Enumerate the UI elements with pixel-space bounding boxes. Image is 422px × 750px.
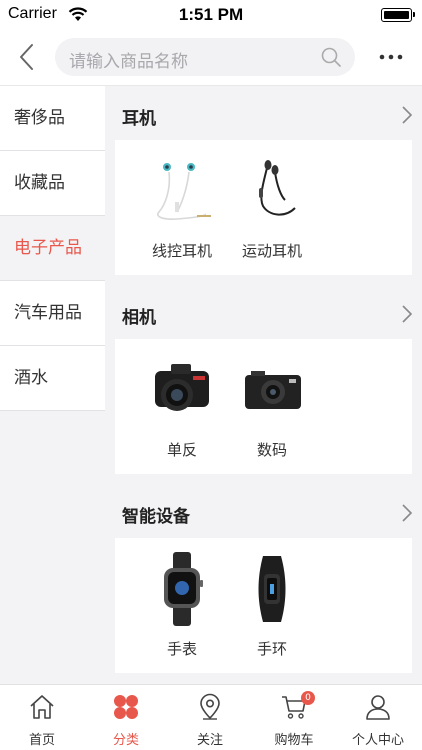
tab-category[interactable]: 分类 (84, 685, 168, 750)
product-label: 手环 (256, 640, 287, 658)
location-pin-icon (200, 693, 220, 720)
section-title: 耳机 (122, 109, 156, 129)
product-label: 单反 (166, 441, 197, 459)
search-icon[interactable] (321, 47, 341, 67)
more-options-icon[interactable] (378, 50, 404, 64)
product-item[interactable]: 线控耳机 (137, 150, 227, 270)
tab-cart[interactable]: 0 购物车 (252, 685, 336, 750)
tab-label: 个人中心 (351, 733, 404, 748)
sidebar-item-collectibles[interactable]: 收藏品 (0, 151, 105, 216)
cart-count-badge: 0 (301, 691, 315, 705)
tab-label: 分类 (112, 733, 139, 748)
category-sidebar: 奢侈品 收藏品 电子产品 汽车用品 酒水 (0, 86, 105, 684)
sidebar-item-luxury[interactable]: 奢侈品 (0, 86, 105, 151)
category-content: 耳机 线控耳机 运动耳机 相机 单反 数码 智能设备 手表 手环 (105, 86, 422, 684)
section-title: 相机 (122, 308, 156, 328)
product-label: 线控耳机 (151, 242, 212, 260)
search-input[interactable]: 请输入商品名称 (69, 47, 188, 72)
dslr-camera-image (155, 364, 209, 411)
app-screen: Carrier 1:51 PM 请输入商品名称 奢侈品 收藏品 电子产品 汽车用… (0, 0, 422, 750)
top-bar: 请输入商品名称 (0, 30, 422, 86)
home-icon (30, 695, 54, 719)
sidebar-item-electronics[interactable]: 电子产品 (0, 216, 105, 281)
product-card: 线控耳机 运动耳机 (115, 140, 412, 275)
chevron-right-icon[interactable] (400, 503, 414, 523)
battery-icon (381, 8, 415, 22)
tab-follow[interactable]: 关注 (168, 685, 252, 750)
product-item[interactable]: 手环 (227, 548, 317, 668)
tab-home[interactable]: 首页 (0, 685, 84, 750)
tab-label: 购物车 (274, 733, 314, 748)
status-bar: Carrier 1:51 PM (0, 0, 422, 30)
product-label: 手表 (166, 640, 197, 658)
section-header[interactable]: 智能设备 (105, 484, 422, 538)
digital-camera-image (245, 371, 301, 409)
tab-label: 首页 (28, 733, 55, 748)
wired-earphones-image (157, 163, 211, 220)
bottom-tab-bar: 首页 分类 关注 0 购物车 个人中心 (0, 684, 422, 750)
product-item[interactable]: 手表 (137, 548, 227, 668)
user-icon (366, 695, 390, 720)
section-header[interactable]: 耳机 (105, 86, 422, 140)
sidebar-item-liquor[interactable]: 酒水 (0, 346, 105, 411)
search-bar[interactable]: 请输入商品名称 (55, 38, 355, 76)
product-label: 数码 (256, 441, 287, 459)
sidebar-item-auto-supplies[interactable]: 汽车用品 (0, 281, 105, 346)
back-arrow-icon[interactable] (14, 42, 42, 72)
sport-earphones-image (259, 160, 296, 216)
chevron-right-icon[interactable] (400, 105, 414, 125)
clock: 1:51 PM (178, 5, 244, 24)
product-item[interactable]: 数码 (227, 349, 317, 469)
section-title: 智能设备 (122, 507, 190, 527)
product-item[interactable]: 单反 (137, 349, 227, 469)
product-label: 运动耳机 (241, 242, 302, 260)
section-header[interactable]: 相机 (105, 285, 422, 339)
product-item[interactable]: 运动耳机 (227, 150, 317, 270)
category-icon (114, 695, 138, 719)
chevron-right-icon[interactable] (400, 304, 414, 324)
fitness-band-image (258, 556, 286, 622)
product-card: 单反 数码 (115, 339, 412, 474)
product-card: 手表 手环 (115, 538, 412, 673)
tab-profile[interactable]: 个人中心 (336, 685, 420, 750)
tab-label: 关注 (196, 733, 223, 748)
smartwatch-image (164, 552, 203, 626)
